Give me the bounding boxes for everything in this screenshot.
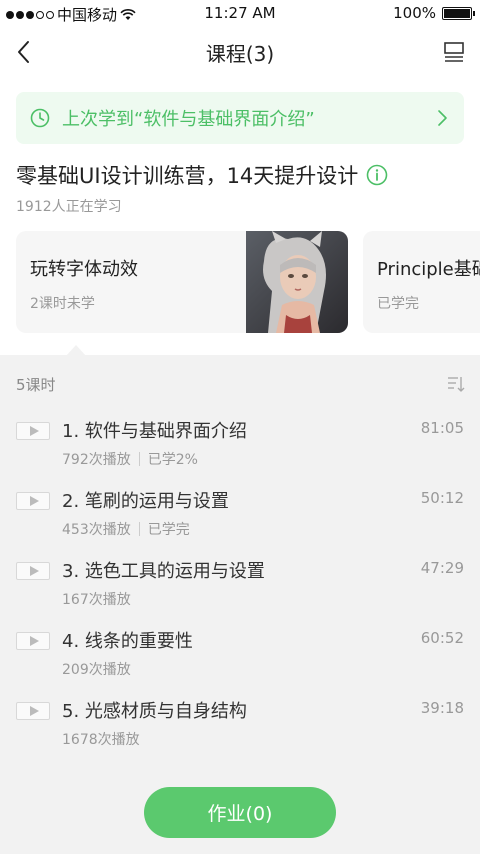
lesson-title: 4. 线条的重要性 [62,631,193,652]
battery-icon [442,6,475,20]
lesson-duration: 60:52 [420,629,464,647]
lesson-meta: 453次播放 已学完 [62,519,190,539]
chevron-right-icon [438,110,447,126]
lesson-item[interactable]: 1. 软件与基础界面介绍 81:05 792次播放 已学2% [0,415,480,477]
lesson-item[interactable]: 5. 光感材质与自身结构 39:18 1678次播放 [0,695,480,757]
meta-divider [138,452,140,466]
status-right: 100% [393,4,475,22]
lesson-duration: 81:05 [420,419,464,437]
lessons-panel: 5课时 1. 软件与基础界面介绍 81:05 792次播放 已学2% 2. 笔刷… [0,355,480,854]
lesson-meta: 167次播放 [62,589,131,609]
learner-count: 1912人正在学习 [16,199,122,215]
battery-percent: 100% [393,4,436,22]
lesson-duration: 47:29 [420,559,464,577]
lesson-plays: 1678次播放 [62,732,140,748]
course-card[interactable]: Principle基础 已学完 [363,231,480,333]
status-bar: 中国移动 11:27 AM 100% [0,0,480,28]
play-icon [16,422,50,440]
lesson-title: 5. 光感材质与自身结构 [62,701,247,722]
lesson-plays: 167次播放 [62,592,131,608]
lesson-plays: 792次播放 [62,452,131,468]
lesson-duration: 39:18 [420,699,464,717]
lesson-meta: 792次播放 已学2% [62,449,198,469]
lesson-title: 1. 软件与基础界面介绍 [62,421,247,442]
course-card[interactable]: 玩转字体动效 2课时未学 [16,231,348,333]
sort-icon[interactable] [446,375,466,393]
nav-bar: 课程(3) [0,28,480,76]
clock-icon [30,108,50,128]
lesson-duration: 50:12 [420,489,464,507]
play-icon [16,562,50,580]
course-title-row: 零基础UI设计训练营，14天提升设计 [16,160,388,190]
lesson-count: 5课时 [16,376,56,394]
course-thumbnail [246,231,348,333]
lesson-plays: 209次播放 [62,662,131,678]
lesson-item[interactable]: 2. 笔刷的运用与设置 50:12 453次播放 已学完 [0,485,480,547]
meta-divider [138,522,140,536]
last-study-text: 上次学到“软件与基础界面介绍” [62,109,315,130]
course-card-name: 玩转字体动效 [30,259,138,280]
page-title: 课程(3) [205,42,275,66]
lesson-progress: 已学完 [147,522,190,538]
menu-icon[interactable] [440,38,468,66]
lesson-title: 3. 选色工具的运用与设置 [62,561,265,582]
play-icon [16,702,50,720]
lesson-plays: 453次播放 [62,522,131,538]
play-icon [16,632,50,650]
course-card-name: Principle基础 [377,259,480,280]
info-icon[interactable] [366,164,388,186]
course-title: 零基础UI设计训练营，14天提升设计 [16,164,359,188]
lesson-title: 2. 笔刷的运用与设置 [62,491,229,512]
course-card-status: 已学完 [377,296,419,312]
play-icon [16,492,50,510]
lesson-item[interactable]: 3. 选色工具的运用与设置 47:29 167次播放 [0,555,480,617]
course-card-status: 2课时未学 [30,296,95,312]
lesson-meta: 209次播放 [62,659,131,679]
course-cards-carousel: 玩转字体动效 2课时未学 Principle基础 已学完 [16,231,480,333]
lesson-item[interactable]: 4. 线条的重要性 60:52 209次播放 [0,625,480,687]
lesson-meta: 1678次播放 [62,729,140,749]
last-study-banner[interactable]: 上次学到“软件与基础界面介绍” [16,92,464,144]
lesson-progress: 已学2% [147,452,198,468]
homework-button[interactable]: 作业(0) [144,787,336,838]
